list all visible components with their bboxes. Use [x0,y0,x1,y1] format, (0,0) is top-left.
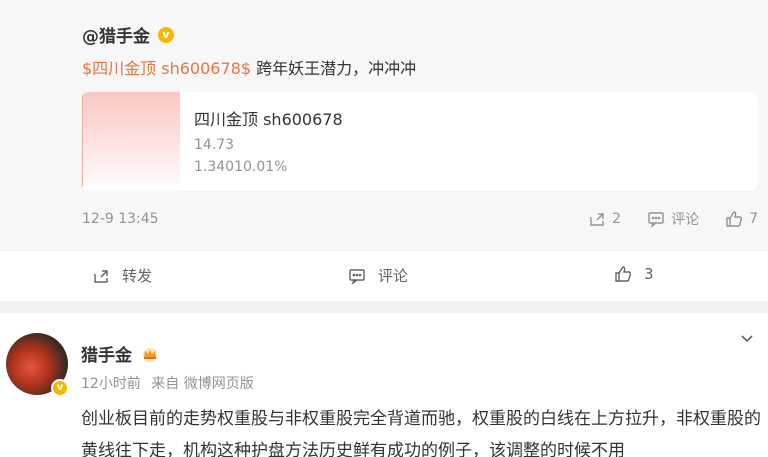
post-source: 来自 微博网页版 [151,376,254,392]
quoted-timestamp[interactable]: 12-9 13:45 [82,211,159,227]
thumbs-up-icon [725,210,743,228]
quoted-text: $四川金顶 sh600678$ 跨年妖王潜力，冲冲冲 [82,55,416,79]
verified-badge-icon: v [51,379,69,397]
quoted-comment-label: 评论 [671,212,700,228]
quoted-like-count: 7 [749,211,758,227]
quoted-repost-button[interactable]: 2 [588,210,621,228]
share-icon [588,210,606,228]
quoted-author-name[interactable]: @猎手金 [82,22,150,47]
quoted-actions: 2 评论 7 [562,209,758,229]
verified-badge-icon: v [158,26,174,43]
post-author-name[interactable]: 猎手金 [81,341,132,366]
stock-name: 四川金顶 sh600678 [194,110,343,129]
comment-button[interactable]: 评论 [348,265,408,286]
quoted-text-body: 跨年妖王潜力，冲冲冲 [251,59,417,78]
post-author[interactable]: 猎手金 [81,341,160,366]
repost-label: 转发 [122,267,153,285]
comment-icon [647,210,665,228]
avatar[interactable]: v [6,333,69,397]
post-meta: 12小时前 来自 微博网页版 [81,373,260,393]
thumbs-up-icon [614,265,632,283]
comment-label: 评论 [378,267,409,285]
quoted-post: @猎手金 v $四川金顶 sh600678$ 跨年妖王潜力，冲冲冲 四川金顶 s… [0,0,768,250]
like-count: 3 [644,265,654,283]
stock-chart-thumbnail [82,92,180,190]
quoted-comment-button[interactable]: 评论 [647,209,699,229]
stock-hashtag-link[interactable]: $四川金顶 sh600678$ [82,59,251,78]
stock-price: 14.73 [194,137,235,153]
quoted-repost-count: 2 [612,211,622,227]
quoted-like-button[interactable]: 7 [725,210,758,228]
post-timestamp[interactable]: 12小时前 [81,376,141,392]
feed-post: v 猎手金 12小时前 来自 微博网页版 创业板目前的走势权重股与非权重股完全背… [0,313,768,457]
post-toolbar: 转发 评论 3 [0,250,768,301]
repost-button[interactable]: 转发 [92,265,152,286]
share-icon [92,267,110,285]
comment-icon [348,267,366,285]
stock-change: 1.34010.01% [194,159,288,175]
chevron-down-icon[interactable] [738,329,756,347]
like-button[interactable]: 3 [614,265,654,283]
quoted-author[interactable]: @猎手金 v [82,22,174,47]
crown-icon [140,346,160,362]
stock-card[interactable]: 四川金顶 sh600678 14.73 1.34010.01% [82,92,758,190]
post-text: 创业板目前的走势权重股与非权重股完全背道而驰，权重股的白线在上方拉升，非权重股的… [81,409,761,457]
